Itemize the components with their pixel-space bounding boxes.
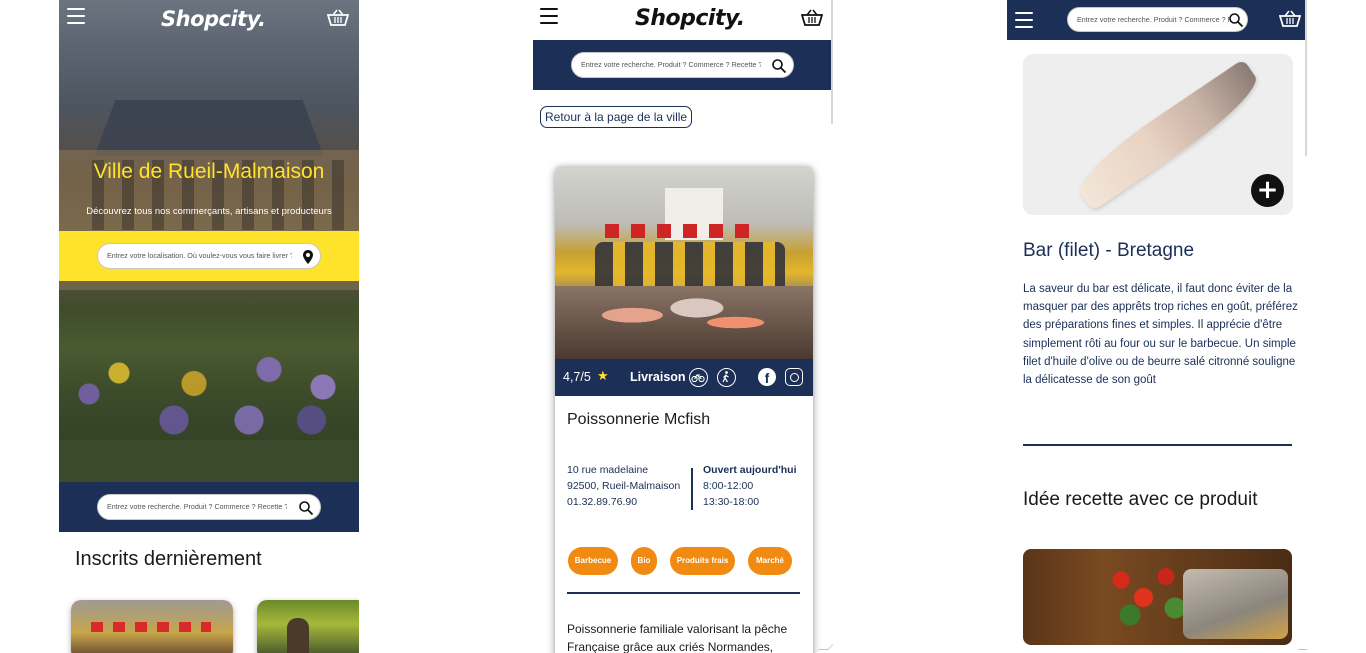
address-city: 92500, Rueil-Malmaison bbox=[567, 480, 681, 492]
location-pin-icon[interactable] bbox=[300, 249, 316, 265]
phone-number[interactable]: 01.32.89.76.90 bbox=[567, 494, 680, 510]
product-description: La saveur du bar est délicate, il faut d… bbox=[1023, 283, 1298, 387]
hamburger-menu-icon[interactable] bbox=[67, 8, 85, 24]
hours-slot: 13:30-18:00 bbox=[703, 496, 760, 508]
bicycle-icon bbox=[689, 368, 708, 387]
facebook-icon[interactable]: f bbox=[758, 368, 776, 386]
info-divider bbox=[691, 468, 693, 510]
city-title: Ville de Rueil-Malmaison bbox=[93, 160, 325, 183]
basket-icon[interactable] bbox=[327, 9, 349, 27]
staff-group bbox=[595, 242, 785, 292]
tag-marche[interactable]: Marché bbox=[748, 547, 792, 575]
add-to-basket-button[interactable]: + bbox=[1251, 174, 1284, 207]
fish-display bbox=[555, 286, 813, 359]
star-icon: ★ bbox=[597, 368, 609, 383]
rating-value: 4,7/5 bbox=[563, 370, 591, 384]
city-page-panel: Shopcity. Ville de Rueil-Malmaison Décou… bbox=[59, 0, 359, 653]
tag-produits-frais[interactable]: Produits frais bbox=[670, 547, 735, 575]
hours-slot: 8:00-12:00 bbox=[703, 480, 754, 492]
lawn bbox=[59, 440, 359, 482]
hamburger-menu-icon[interactable] bbox=[1015, 12, 1033, 28]
address-street: 10 rue madelaine bbox=[567, 464, 649, 476]
product-search-band: Entrez votre recherche. Produit ? Commer… bbox=[59, 482, 359, 532]
product-search-placeholder: Entrez votre recherche. Produit ? Commer… bbox=[107, 502, 287, 511]
fish-dish bbox=[1183, 569, 1288, 639]
product-search-input[interactable]: Entrez votre recherche. Produit ? Commer… bbox=[97, 494, 321, 520]
location-search-input[interactable]: Entrez votre localisation. Où voulez-vou… bbox=[97, 243, 321, 269]
back-to-city-button[interactable]: Retour à la page de la ville bbox=[540, 106, 693, 128]
basket-icon[interactable] bbox=[801, 9, 823, 27]
product-page-panel: Entrez votre recherche. Produit ? Commer… bbox=[1007, 0, 1307, 653]
recipe-card[interactable] bbox=[1023, 549, 1292, 645]
search-icon[interactable] bbox=[771, 58, 787, 74]
shop-info-bar: 4,7/5 ★ Livraison f bbox=[555, 359, 813, 396]
basket-icon[interactable] bbox=[1279, 10, 1301, 28]
product-title: Bar (filet) - Bretagne bbox=[1023, 240, 1195, 261]
shopcity-logo[interactable]: Shopcity. bbox=[161, 7, 266, 31]
tag-barbecue[interactable]: Barbecue bbox=[568, 547, 618, 575]
resize-handle[interactable] bbox=[818, 640, 833, 650]
tag-bio[interactable]: Bio bbox=[631, 547, 657, 575]
recent-heading: Inscrits dernièrement bbox=[75, 548, 262, 570]
santa-hats bbox=[605, 224, 755, 238]
location-search-placeholder: Entrez votre localisation. Où voulez-vou… bbox=[107, 251, 292, 260]
town-hall-roof bbox=[94, 100, 324, 156]
shop-address: 10 rue madelaine 92500, Rueil-Malmaison … bbox=[567, 462, 680, 510]
search-input[interactable]: Entrez votre recherche. Produit ? Commer… bbox=[1067, 7, 1248, 32]
divider bbox=[1023, 444, 1292, 446]
fish-fillet bbox=[1069, 58, 1267, 212]
recipe-heading: Idée recette avec ce produit bbox=[1023, 489, 1258, 510]
city-subtitle: Découvrez tous nos commerçants, artisans… bbox=[86, 206, 332, 217]
flower-bed-lower bbox=[99, 400, 349, 440]
shopcity-logo[interactable]: Shopcity. bbox=[635, 6, 745, 31]
viewport-edge bbox=[831, 0, 833, 124]
search-icon[interactable] bbox=[298, 500, 314, 516]
walking-icon bbox=[717, 368, 736, 387]
shop-photo bbox=[91, 622, 211, 632]
instagram-icon[interactable] bbox=[785, 368, 803, 386]
recent-shop-card[interactable] bbox=[257, 600, 359, 653]
opening-hours: Ouvert aujourd'hui 8:00-12:00 13:30-18:0… bbox=[703, 462, 797, 510]
tomatoes bbox=[1103, 559, 1193, 629]
shop-description: Poissonnerie familiale valorisant la pêc… bbox=[567, 622, 788, 653]
shop-name: Poissonnerie Mcfish bbox=[567, 411, 711, 428]
top-bar: Entrez votre recherche. Produit ? Commer… bbox=[1007, 0, 1305, 40]
viewport-edge bbox=[1305, 0, 1307, 156]
location-search-band: Entrez votre localisation. Où voulez-vou… bbox=[59, 231, 359, 281]
search-icon[interactable] bbox=[1228, 12, 1244, 28]
hours-title: Ouvert aujourd'hui bbox=[703, 464, 797, 476]
shop-page-panel: Shopcity. Entrez votre recherche. Produi… bbox=[533, 0, 833, 653]
shop-card: 4,7/5 ★ Livraison f Poissonnerie Mcfish … bbox=[555, 166, 813, 653]
search-input[interactable]: Entrez votre recherche. Produit ? Commer… bbox=[571, 52, 794, 78]
shop-photo bbox=[555, 166, 813, 359]
hamburger-menu-icon[interactable] bbox=[540, 8, 558, 24]
recent-shop-card[interactable] bbox=[71, 600, 233, 653]
search-placeholder: Entrez votre recherche. Produit ? Commer… bbox=[1077, 15, 1229, 24]
divider bbox=[567, 592, 800, 594]
shop-photo bbox=[287, 618, 309, 653]
search-placeholder: Entrez votre recherche. Produit ? Commer… bbox=[581, 60, 761, 69]
search-band: Entrez votre recherche. Produit ? Commer… bbox=[533, 40, 831, 90]
resize-handle[interactable] bbox=[1298, 640, 1307, 650]
delivery-label: Livraison bbox=[630, 370, 686, 384]
top-bar: Shopcity. bbox=[59, 0, 359, 40]
